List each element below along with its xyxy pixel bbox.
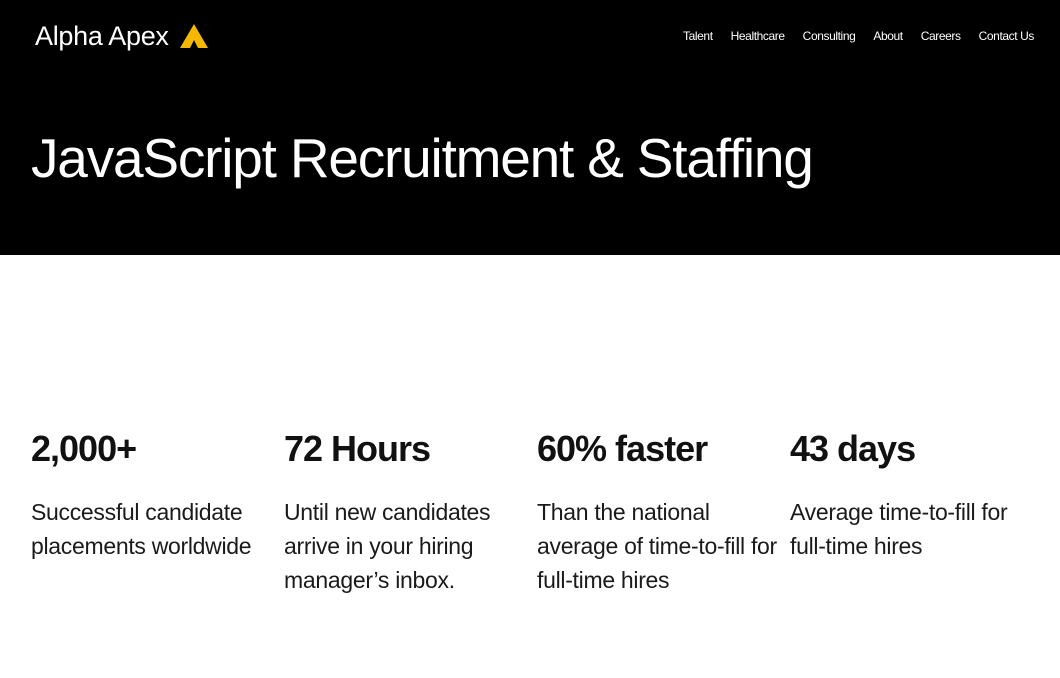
- stat-description: Than the national average of time-to-fil…: [537, 499, 777, 593]
- stat-value: 72 Hours: [284, 428, 431, 469]
- stat-description: Successful candidate placements worldwid…: [31, 499, 252, 559]
- stat-item-speed: 60% faster Than the national average of …: [537, 423, 790, 597]
- stat-value: 2,000+: [31, 428, 137, 469]
- stat-value: 43 days: [790, 428, 916, 469]
- main-nav: Talent Healthcare Consulting About Caree…: [665, 26, 1034, 46]
- hero-header: Alpha Apex Talent Healthcare Consulting …: [0, 0, 1060, 255]
- stat-item-placements: 2,000+ Successful candidate placements w…: [31, 423, 284, 597]
- nav-item-consulting[interactable]: Consulting: [803, 26, 856, 46]
- stat-item-turnaround: 72 Hours Until new candidates arrive in …: [284, 423, 537, 597]
- stat-description: Until new candidates arrive in your hiri…: [284, 499, 491, 593]
- nav-item-talent[interactable]: Talent: [683, 26, 713, 46]
- stat-item-time-to-fill: 43 days Average time-to-fill for full-ti…: [790, 423, 1043, 597]
- brand-name: Alpha Apex: [35, 21, 169, 51]
- stats-section: 2,000+ Successful candidate placements w…: [31, 423, 1041, 597]
- stat-description: Average time-to-fill for full-time hires: [790, 499, 1008, 559]
- nav-item-contact-us[interactable]: Contact Us: [979, 26, 1035, 46]
- apex-triangle-icon: [179, 24, 208, 48]
- stat-value: 60% faster: [537, 428, 708, 469]
- page-title: JavaScript Recruitment & Staffing: [31, 127, 814, 189]
- nav-item-careers[interactable]: Careers: [921, 26, 961, 46]
- nav-item-about[interactable]: About: [873, 26, 903, 46]
- nav-item-healthcare[interactable]: Healthcare: [731, 26, 785, 46]
- brand-logo-link[interactable]: Alpha Apex: [35, 18, 209, 54]
